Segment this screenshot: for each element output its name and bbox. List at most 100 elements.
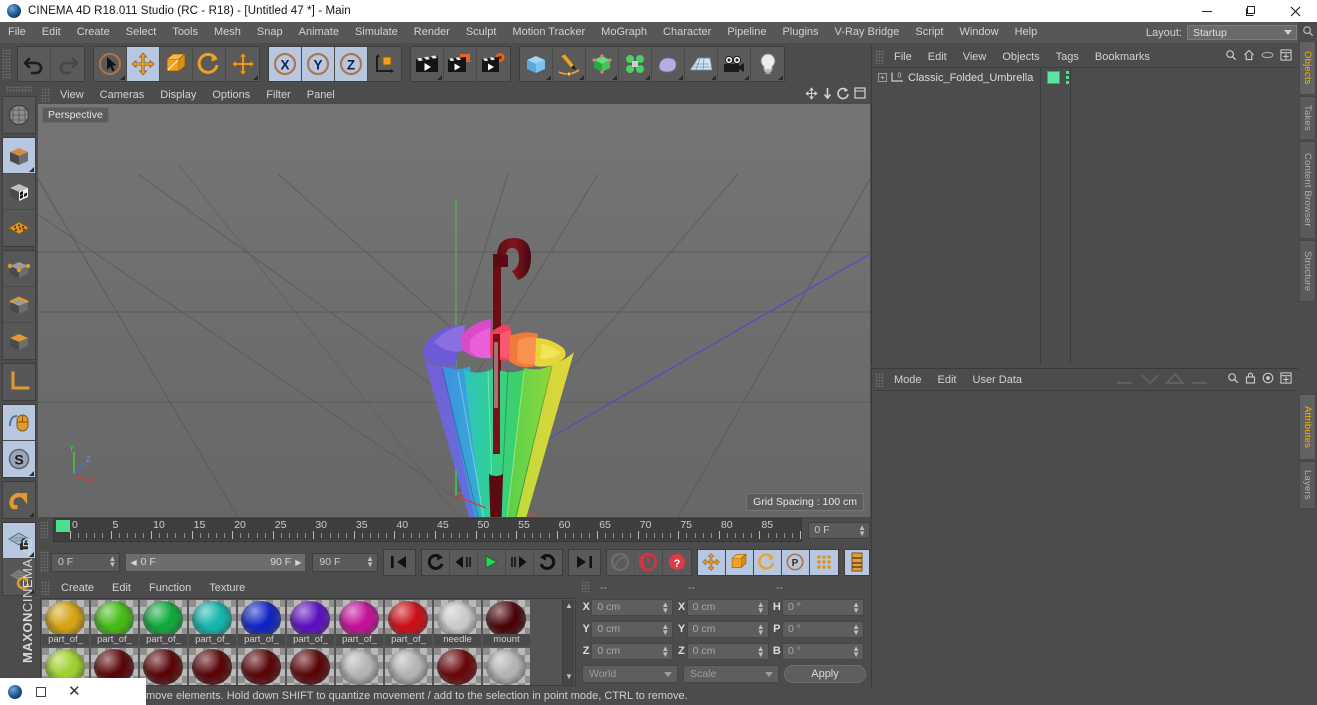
transport-grip[interactable] [40,551,49,573]
material-menu-edit[interactable]: Edit [103,582,140,594]
viewport-menu-view[interactable]: View [52,89,92,101]
home-icon[interactable] [1243,49,1255,64]
axis-y-toggle[interactable]: Y [302,47,335,81]
tool-expand-corner[interactable] [711,75,716,80]
tab-takes[interactable]: Takes [1299,96,1316,140]
material-menu-function[interactable]: Function [140,582,200,594]
tool-expand-corner[interactable] [253,75,258,80]
make-editable-button[interactable] [3,97,35,133]
scale-tool[interactable] [160,47,193,81]
material-swatch[interactable]: part_of_ [385,600,432,646]
stepper-icon[interactable]: ▲ ▼ [661,600,669,614]
render-region-button[interactable] [444,47,477,81]
search-icon[interactable] [1225,49,1237,64]
model-mode-button[interactable] [3,138,35,174]
add-spline-button[interactable] [553,47,586,81]
menu-character[interactable]: Character [655,22,719,43]
coordinate-rotation-input[interactable]: 0 ° ▲ ▼ [781,620,864,638]
move-tool[interactable] [127,47,160,81]
tool-expand-corner[interactable] [120,75,125,80]
stepper-icon[interactable]: ▲ ▼ [852,622,860,636]
record-position-button[interactable] [697,549,726,575]
play-button[interactable] [478,549,506,575]
tool-expand-corner[interactable] [678,75,683,80]
timeline-frame-field[interactable]: 0 F ▲ ▼ [808,521,870,539]
search-icon[interactable] [1298,22,1317,40]
add-deformer-button[interactable] [652,47,685,81]
viewport-menu-display[interactable]: Display [152,89,204,101]
menu-sculpt[interactable]: Sculpt [458,22,505,43]
record-scale-button[interactable] [725,549,754,575]
material-list[interactable]: part_of_ part_of_ part_of_ part_of_ part_of_… [40,598,576,686]
material-swatch[interactable]: needle [434,600,481,646]
target-icon[interactable] [1262,372,1274,387]
attribute-menu-mode[interactable]: Mode [886,374,930,386]
point-mode-button[interactable] [3,251,35,287]
polygon-grid-button[interactable] [3,210,35,246]
apply-button[interactable]: Apply [784,665,866,683]
preview-range-slider[interactable]: ◀ 0 F 90 F ▶ [125,552,307,572]
coordinate-size-input[interactable]: 0 cm ▲ ▼ [686,620,769,638]
go-to-previous-key-button[interactable] [422,549,450,575]
material-menu-texture[interactable]: Texture [200,582,254,594]
material-swatch[interactable]: part_of_ [91,600,138,646]
tag-dots-icon[interactable] [1066,71,1069,84]
live-selection-tool[interactable] [94,47,127,81]
close-icon[interactable] [1273,0,1317,22]
layout-dropdown[interactable]: Startup [1187,25,1297,40]
add-cube-button[interactable] [520,47,553,81]
render-view-button[interactable] [411,47,444,81]
attribute-manager-grip[interactable] [875,372,884,387]
attribute-body[interactable] [874,390,1296,703]
object-menu-objects[interactable]: Objects [994,51,1047,63]
coordinate-system-dropdown[interactable]: World [582,665,678,683]
zoom-view-icon[interactable] [822,87,833,103]
material-swatch[interactable]: part_of_ [42,600,89,646]
render-settings-button[interactable] [477,47,510,81]
attribute-menu-user-data[interactable]: User Data [965,374,1031,386]
viewport-menu-panel[interactable]: Panel [299,89,343,101]
snap-magnet-button[interactable] [3,482,35,518]
add-camera-button[interactable] [718,47,751,81]
transform-mode-dropdown[interactable]: Scale [683,665,779,683]
menu-vray-bridge[interactable]: V-Ray Bridge [827,22,908,43]
max-frame-field[interactable]: 90 F ▲ ▼ [312,552,378,572]
menu-pipeline[interactable]: Pipeline [719,22,774,43]
coordinate-position-input[interactable]: 0 cm ▲ ▼ [591,598,674,616]
material-manager-grip[interactable] [41,581,50,595]
stepper-icon[interactable]: ▲ ▼ [366,554,374,568]
timeline-toggle-button[interactable] [844,549,869,575]
go-to-end-button[interactable] [569,550,600,575]
viewport-grip[interactable] [41,87,50,102]
toolbar-grip[interactable] [2,49,11,79]
coordinate-rotation-input[interactable]: 0 ° ▲ ▼ [781,598,864,616]
viewport-menu-options[interactable]: Options [204,89,258,101]
object-menu-bookmarks[interactable]: Bookmarks [1087,51,1158,63]
menu-snap[interactable]: Snap [249,22,291,43]
autokeying-button[interactable] [635,549,663,575]
material-swatch[interactable] [140,648,187,685]
minimize-icon[interactable] [1185,0,1229,22]
material-swatch[interactable]: part_of_ [336,600,383,646]
coordinates-grip[interactable] [581,581,590,594]
undo-button[interactable] [18,47,51,81]
tool-expand-corner[interactable] [29,167,34,172]
tool-expand-corner[interactable] [645,75,650,80]
stepper-icon[interactable]: ▲ ▼ [661,622,669,636]
coordinate-position-input[interactable]: 0 cm ▲ ▼ [591,642,674,660]
object-tree-body[interactable]: + 0 Classic_Folded_Umbrella [874,67,1296,364]
record-active-objects-button[interactable] [607,549,635,575]
axis-z-toggle[interactable]: Z [335,47,368,81]
taskbar-app-icon[interactable] [8,684,22,699]
stepper-icon[interactable]: ▲ ▼ [858,523,866,537]
object-row[interactable]: + 0 Classic_Folded_Umbrella [874,68,1040,87]
new-layout-icon[interactable] [1280,49,1292,64]
menu-animate[interactable]: Animate [291,22,347,43]
tab-attributes[interactable]: Attributes [1299,394,1316,460]
object-tag-column[interactable] [1041,68,1071,364]
menu-render[interactable]: Render [406,22,458,43]
menu-select[interactable]: Select [118,22,165,43]
pan-view-icon[interactable] [805,86,818,103]
new-layout-icon[interactable] [1280,372,1292,387]
tab-layers[interactable]: Layers [1299,461,1316,509]
